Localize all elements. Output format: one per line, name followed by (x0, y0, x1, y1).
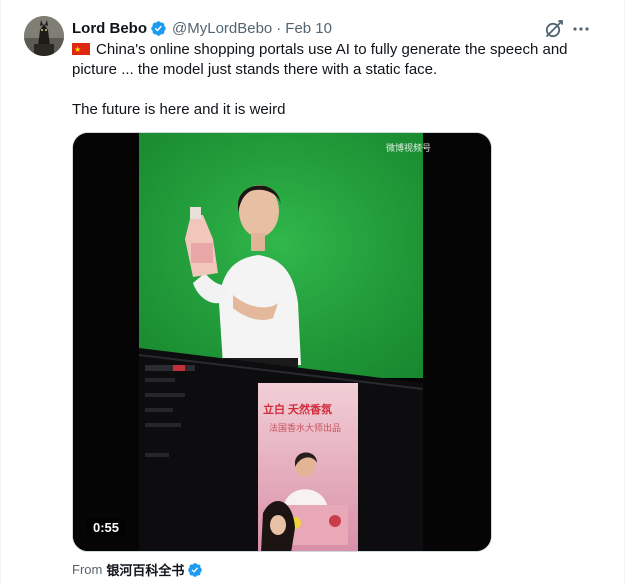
video-watermark: 微博视频号 (385, 143, 431, 153)
tweet-date[interactable]: Feb 10 (285, 20, 332, 37)
verified-badge-icon (187, 562, 203, 578)
author-name[interactable]: Lord Bebo (72, 20, 147, 37)
video-player[interactable]: 立白 夭然香氛 法国香水大师出品 微博视频号 0:55 (72, 132, 492, 552)
video-frame (73, 133, 491, 551)
china-flag-icon (72, 40, 90, 60)
avatar[interactable] (24, 16, 64, 56)
grok-icon[interactable] (542, 17, 566, 41)
separator-dot: · (276, 19, 282, 37)
more-icon[interactable] (569, 17, 593, 41)
attribution: From 银河百科全书 (72, 560, 203, 579)
tweet-card[interactable]: Lord Bebo @MyLordBebo · Feb 10 China's o… (0, 0, 625, 584)
tweet-paragraph-1-text: China's online shopping portals use AI t… (72, 41, 568, 78)
screen-text-2: 法国香水大师出品 (269, 423, 342, 433)
tweet-header: Lord Bebo @MyLordBebo · Feb 10 (72, 18, 332, 38)
screen-text-1: 立白 夭然香氛 (263, 404, 333, 416)
video-duration: 0:55 (87, 518, 126, 537)
avatar-image (24, 16, 64, 56)
tweet-paragraph-1: China's online shopping portals use AI t… (72, 40, 582, 80)
tweet-paragraph-2: The future is here and it is weird (72, 101, 286, 118)
verified-badge-icon[interactable] (150, 20, 167, 37)
attribution-source[interactable]: 银河百科全书 (106, 560, 184, 579)
attribution-prefix: From (72, 562, 103, 577)
tweet-text: China's online shopping portals use AI t… (72, 40, 582, 120)
author-handle[interactable]: @MyLordBebo (172, 20, 272, 37)
